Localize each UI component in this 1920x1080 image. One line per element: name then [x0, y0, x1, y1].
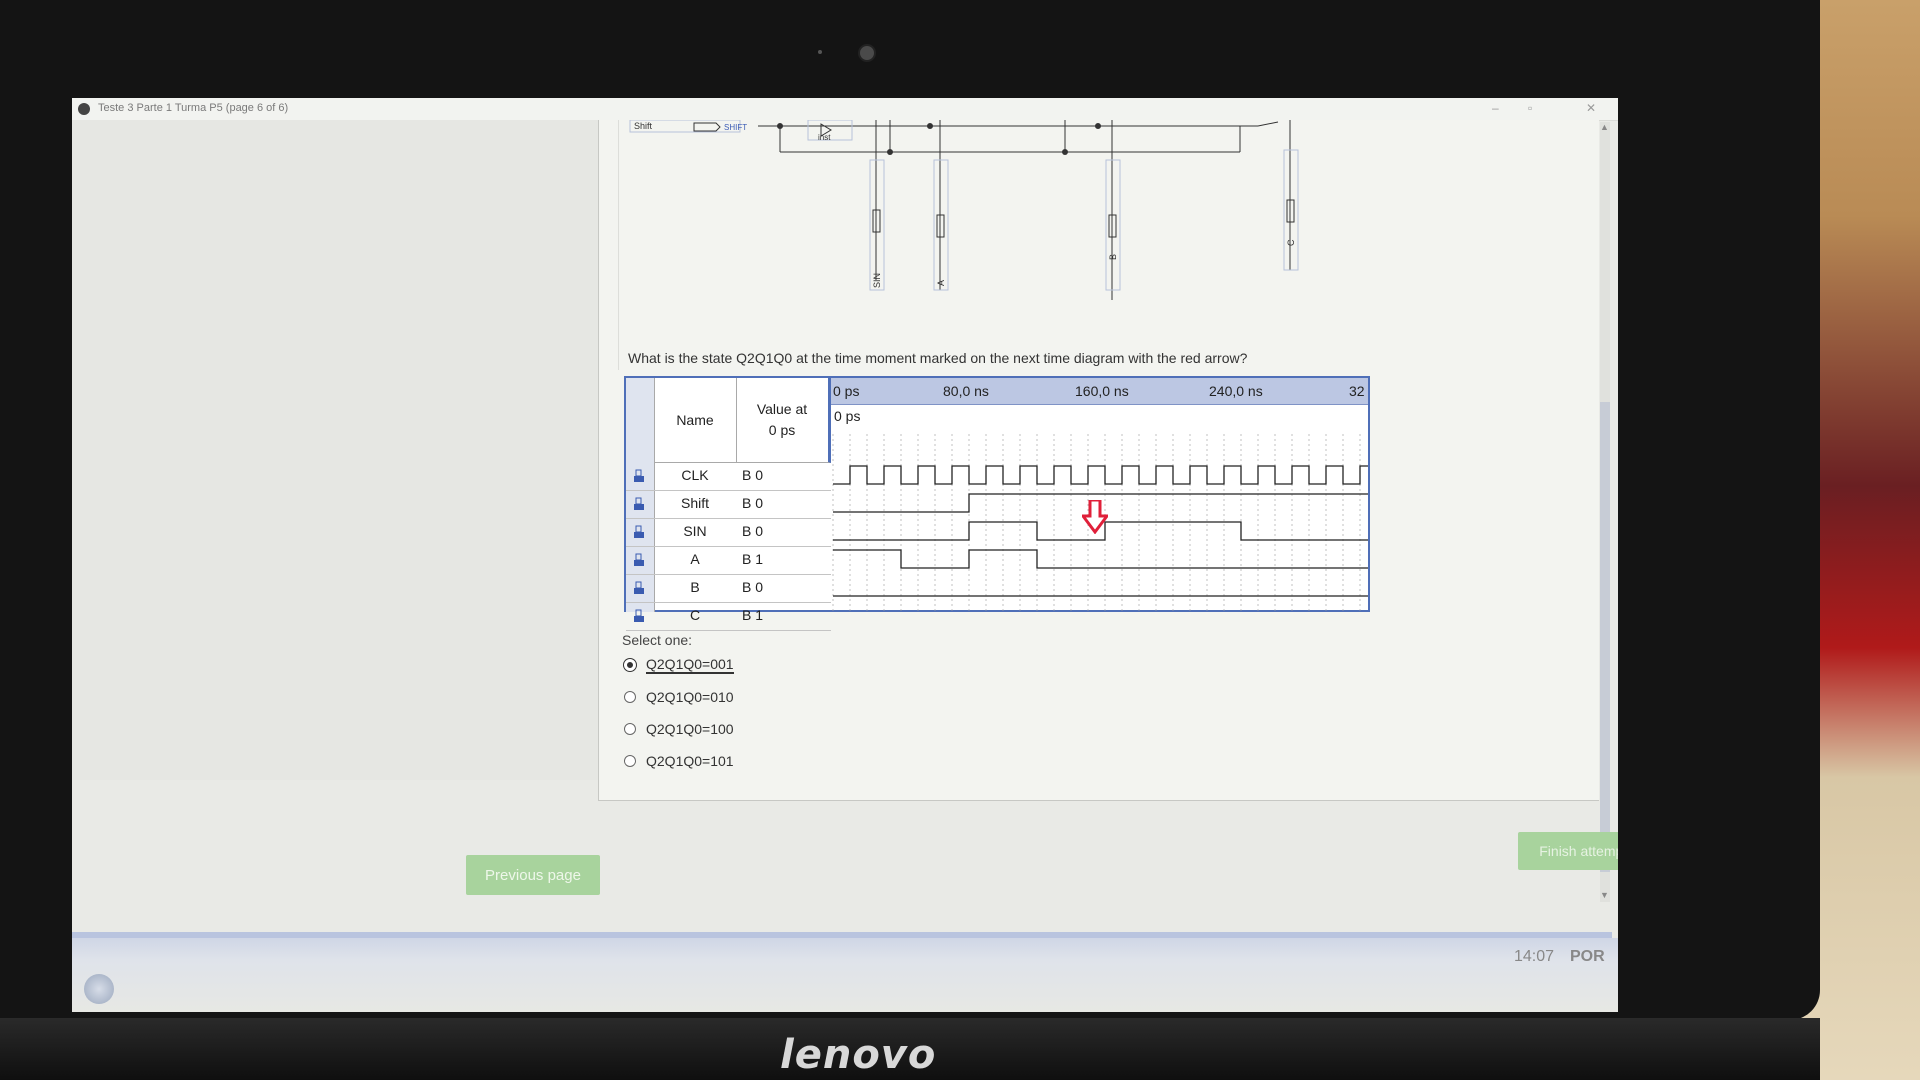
- input-pin-icon: [634, 609, 644, 622]
- camera-led: [818, 50, 822, 54]
- answer-option[interactable]: Q2Q1Q0=010: [624, 686, 734, 708]
- time-tick: 160,0 ns: [1075, 383, 1129, 399]
- signal-value: B 0: [742, 495, 764, 511]
- waveform-a: [833, 549, 1368, 569]
- input-pin-icon: [634, 553, 644, 566]
- input-pin-icon: [634, 581, 644, 594]
- name-column-header: Name: [654, 378, 737, 463]
- time-tick: 32: [1349, 383, 1365, 399]
- minimize-button[interactable]: –: [1492, 101, 1499, 115]
- radio-button[interactable]: [624, 723, 636, 735]
- signal-name: Shift: [680, 495, 709, 511]
- input-pin-icon: [634, 497, 644, 510]
- time-tick: 80,0 ns: [943, 383, 989, 399]
- taskbar-language[interactable]: POR: [1570, 948, 1605, 966]
- schematic-label-inst: inst: [818, 133, 831, 142]
- question-text: What is the state Q2Q1Q0 at the time mom…: [628, 350, 1248, 366]
- signal-row[interactable]: B B 0: [626, 574, 831, 603]
- schematic-label-b: B: [1108, 254, 1118, 260]
- radio-button[interactable]: [624, 755, 636, 767]
- scroll-up-icon[interactable]: ▲: [1600, 122, 1609, 132]
- input-pin-icon: [634, 469, 644, 482]
- taskbar: [72, 938, 1618, 1012]
- signal-row[interactable]: C B 1: [626, 602, 831, 631]
- webcam: [858, 44, 876, 62]
- screen: Teste 3 Parte 1 Turma P5 (page 6 of 6) –…: [72, 98, 1618, 1012]
- signal-name: B: [690, 579, 700, 595]
- signal-value: B 0: [742, 579, 764, 595]
- window-title: Teste 3 Parte 1 Turma P5 (page 6 of 6): [98, 102, 289, 114]
- signal-name: A: [690, 551, 700, 567]
- circuit-schematic: Shift SHIFT inst SIN A B C: [617, 119, 1538, 370]
- value-header-line2: 0 ps: [768, 422, 796, 438]
- signal-value: B 0: [742, 523, 764, 539]
- signal-value: B 1: [742, 607, 764, 623]
- app-icon: [78, 103, 90, 115]
- maximize-button[interactable]: ▫: [1528, 101, 1532, 115]
- signal-name: C: [689, 607, 701, 623]
- signal-row[interactable]: A B 1: [626, 546, 831, 575]
- left-panel: [72, 120, 598, 780]
- svg-text:SHIFT: SHIFT: [724, 123, 747, 132]
- waveform-viewer: Name Value at 0 ps CLK B 0 Shift B 0 SIN B 0 A…: [624, 376, 1370, 631]
- page-scrollbar[interactable]: ▲ ▼: [1600, 122, 1610, 902]
- signal-row[interactable]: SIN B 0: [626, 518, 831, 547]
- signal-row[interactable]: Shift B 0: [626, 490, 831, 519]
- signal-value: B 1: [742, 551, 764, 567]
- red-arrow-marker: [1080, 498, 1110, 539]
- schematic-label-sin: SIN: [872, 273, 882, 288]
- taskbar-clock: 14:07: [1514, 948, 1555, 965]
- signal-row[interactable]: CLK B 0: [626, 462, 831, 491]
- input-pin-icon: [634, 525, 644, 538]
- time-ruler: 0 ps 80,0 ns 160,0 ns 240,0 ns 32: [831, 378, 1368, 405]
- schematic-label-a: A: [936, 280, 946, 286]
- select-one-label: Select one:: [622, 632, 693, 648]
- signal-name: SIN: [683, 523, 707, 539]
- answer-label[interactable]: Q2Q1Q0=001: [646, 656, 734, 674]
- value-column-header: Value at 0 ps: [736, 378, 831, 463]
- schematic-label-shift: Shift: [634, 121, 653, 131]
- window-titlebar: Teste 3 Parte 1 Turma P5 (page 6 of 6) –…: [72, 98, 1618, 121]
- answer-label[interactable]: Q2Q1Q0=010: [646, 689, 734, 705]
- waveform-clk: [833, 465, 1368, 485]
- scroll-thumb[interactable]: [1600, 402, 1610, 872]
- signal-value: B 0: [742, 467, 764, 483]
- previous-page-button[interactable]: Previous page: [466, 855, 600, 895]
- brand-logo: lenovo: [780, 1032, 937, 1078]
- value-header-line1: Value at: [756, 401, 808, 417]
- schematic-label-c: C: [1286, 239, 1296, 246]
- signal-name: CLK: [681, 467, 709, 483]
- finish-attempt-button[interactable]: Finish attempt ...: [1518, 832, 1618, 870]
- close-button[interactable]: ✕: [1586, 101, 1596, 115]
- start-button[interactable]: [84, 974, 114, 1004]
- answer-label[interactable]: Q2Q1Q0=100: [646, 721, 734, 737]
- answer-option[interactable]: Q2Q1Q0=100: [624, 718, 734, 740]
- scroll-down-icon[interactable]: ▼: [1600, 890, 1609, 900]
- time-tick: 0 ps: [833, 383, 860, 399]
- answer-option[interactable]: Q2Q1Q0=101: [624, 750, 734, 772]
- radio-button[interactable]: [624, 659, 636, 671]
- time-tick: 240,0 ns: [1209, 383, 1263, 399]
- answer-label[interactable]: Q2Q1Q0=101: [646, 753, 734, 769]
- answer-option[interactable]: Q2Q1Q0=001: [624, 654, 734, 676]
- radio-button[interactable]: [624, 691, 636, 703]
